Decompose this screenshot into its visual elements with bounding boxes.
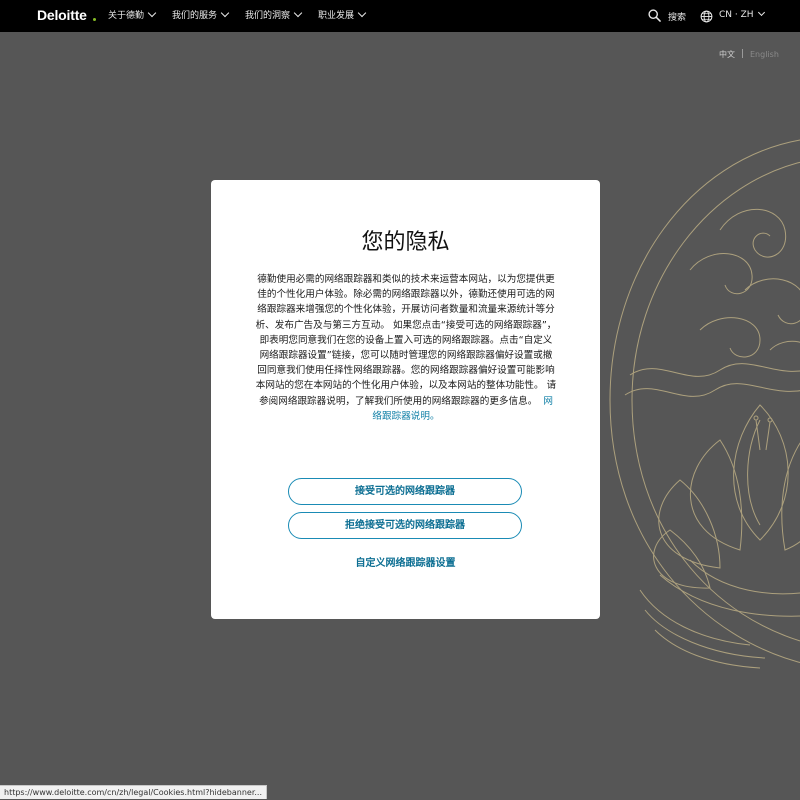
link-preview-statusbar: https://www.deloitte.com/cn/zh/legal/Coo…	[0, 785, 267, 799]
nav-item-careers-label: 职业发展	[318, 11, 355, 21]
lang-english[interactable]: English	[750, 50, 779, 59]
accept-optional-trackers-button[interactable]: 接受可选的网络跟踪器	[288, 478, 522, 505]
search-label[interactable]: 搜索	[668, 10, 686, 23]
lotus-illustration	[609, 139, 800, 669]
locale-selector[interactable]: CN · ZH	[719, 8, 765, 20]
dialog-body: 德勤使用必需的网络跟踪器和类似的技术来运营本网站，以为您提供更佳的个性化用户体验…	[255, 272, 557, 424]
locale-label: CN · ZH	[719, 10, 754, 20]
lang-divider	[742, 49, 743, 58]
reject-optional-trackers-button[interactable]: 拒绝接受可选的网络跟踪器	[288, 512, 522, 539]
logo-green-dot-icon	[93, 18, 96, 21]
dialog-body-text: 德勤使用必需的网络跟踪器和类似的技术来运营本网站，以为您提供更佳的个性化用户体验…	[255, 274, 557, 407]
nav-item-insights[interactable]: 我们的洞察	[245, 8, 303, 22]
chevron-down-icon	[293, 8, 303, 18]
globe-icon[interactable]	[700, 10, 713, 23]
nav-item-services-label: 我们的服务	[172, 11, 218, 21]
chevron-down-icon	[357, 8, 367, 18]
top-navigation: Deloitte 关于德勤 我们的服务 我们的洞察 职业发展 搜索 CN · Z…	[0, 0, 800, 32]
nav-item-careers[interactable]: 职业发展	[318, 8, 367, 22]
search-icon[interactable]	[648, 9, 661, 22]
privacy-dialog: 您的隐私 德勤使用必需的网络跟踪器和类似的技术来运营本网站，以为您提供更佳的个性…	[211, 180, 600, 619]
chevron-down-icon	[220, 8, 230, 18]
deloitte-logo[interactable]: Deloitte	[37, 7, 87, 23]
chevron-down-icon	[757, 8, 765, 17]
dialog-title: 您的隐私	[361, 230, 450, 255]
nav-item-about[interactable]: 关于德勤	[108, 8, 157, 22]
nav-item-services[interactable]: 我们的服务	[172, 8, 230, 22]
customize-tracker-settings-link[interactable]: 自定义网络跟踪器设置	[211, 554, 600, 569]
lang-chinese[interactable]: 中文	[719, 50, 735, 59]
language-switch: 中文 English	[719, 48, 779, 60]
nav-item-about-label: 关于德勤	[108, 11, 145, 21]
chevron-down-icon	[147, 8, 157, 18]
nav-item-insights-label: 我们的洞察	[245, 11, 291, 21]
